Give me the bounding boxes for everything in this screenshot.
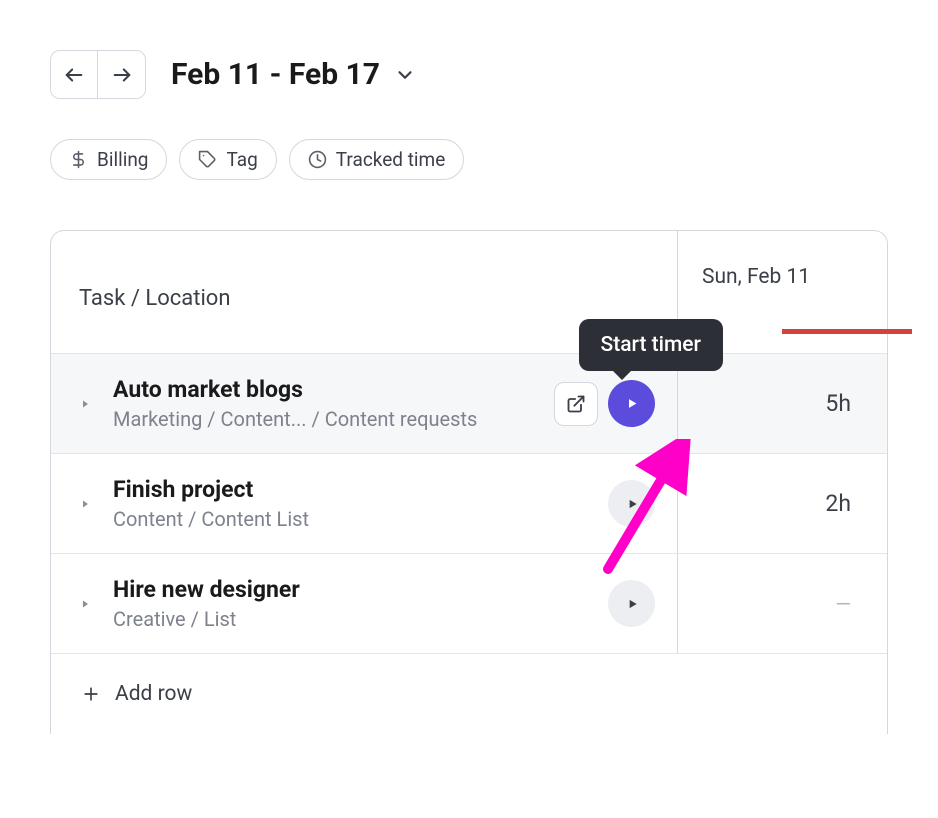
task-cell[interactable]: Finish project Content / Content List bbox=[51, 454, 678, 553]
table-row: Auto market blogs Marketing / Content...… bbox=[51, 353, 887, 453]
filter-tracked-time[interactable]: Tracked time bbox=[289, 139, 465, 180]
task-texts: Finish project Content / Content List bbox=[113, 476, 588, 531]
time-value: 2h bbox=[825, 490, 851, 517]
caret-right-icon bbox=[79, 498, 91, 510]
start-timer-button[interactable] bbox=[608, 480, 655, 527]
table-row: Hire new designer Creative / List — bbox=[51, 553, 887, 653]
date-range-text: Feb 11 - Feb 17 bbox=[171, 57, 380, 92]
start-timer-tooltip: Start timer bbox=[578, 319, 723, 371]
open-task-button[interactable] bbox=[554, 382, 598, 426]
start-timer-button[interactable] bbox=[608, 580, 655, 627]
external-link-icon bbox=[566, 394, 586, 414]
row-actions: Start timer bbox=[554, 380, 655, 427]
add-row-button[interactable]: Add row bbox=[51, 653, 887, 734]
date-nav: Feb 11 - Feb 17 bbox=[50, 50, 888, 99]
arrow-right-icon bbox=[111, 64, 133, 86]
filter-tag-label: Tag bbox=[226, 148, 257, 171]
add-row-label: Add row bbox=[115, 682, 192, 706]
caret-right-icon bbox=[79, 398, 91, 410]
caret-right-icon bbox=[79, 598, 91, 610]
time-cell[interactable]: 2h bbox=[678, 454, 887, 553]
tag-icon bbox=[198, 150, 217, 169]
task-title: Finish project bbox=[113, 476, 588, 503]
play-icon bbox=[624, 396, 639, 411]
task-path: Marketing / Content... / Content request… bbox=[113, 407, 534, 431]
filter-chips: Billing Tag Tracked time bbox=[50, 139, 888, 180]
filter-tracked-time-label: Tracked time bbox=[336, 148, 446, 171]
expand-toggle[interactable] bbox=[77, 396, 93, 412]
date-range-selector[interactable]: Feb 11 - Feb 17 bbox=[171, 57, 416, 92]
task-texts: Auto market blogs Marketing / Content...… bbox=[113, 376, 534, 431]
play-icon bbox=[625, 597, 639, 611]
task-path: Content / Content List bbox=[113, 507, 588, 531]
task-title: Auto market blogs bbox=[113, 376, 534, 403]
table-row: Finish project Content / Content List 2h bbox=[51, 453, 887, 553]
time-value: 5h bbox=[825, 390, 851, 417]
clock-icon bbox=[308, 150, 327, 169]
dollar-icon bbox=[69, 150, 88, 169]
arrow-left-icon bbox=[63, 64, 85, 86]
next-week-button[interactable] bbox=[98, 51, 145, 98]
task-cell[interactable]: Hire new designer Creative / List bbox=[51, 554, 678, 653]
table-header: Task / Location Sun, Feb 11 bbox=[51, 231, 887, 353]
time-cell[interactable]: — bbox=[678, 554, 887, 653]
task-title: Hire new designer bbox=[113, 576, 588, 603]
task-cell[interactable]: Auto market blogs Marketing / Content...… bbox=[51, 354, 678, 453]
row-actions bbox=[608, 580, 655, 627]
timesheet-table: Task / Location Sun, Feb 11 Auto market … bbox=[50, 230, 888, 734]
start-timer-button[interactable]: Start timer bbox=[608, 380, 655, 427]
plus-icon bbox=[81, 684, 101, 704]
date-arrow-group bbox=[50, 50, 146, 99]
row-actions bbox=[608, 480, 655, 527]
task-path: Creative / List bbox=[113, 607, 588, 631]
filter-billing[interactable]: Billing bbox=[50, 139, 167, 180]
expand-toggle[interactable] bbox=[77, 596, 93, 612]
expand-toggle[interactable] bbox=[77, 496, 93, 512]
task-texts: Hire new designer Creative / List bbox=[113, 576, 588, 631]
filter-tag[interactable]: Tag bbox=[179, 139, 276, 180]
prev-week-button[interactable] bbox=[51, 51, 98, 98]
time-value: — bbox=[835, 592, 851, 616]
chevron-down-icon bbox=[394, 64, 416, 86]
filter-billing-label: Billing bbox=[97, 148, 148, 171]
play-icon bbox=[625, 497, 639, 511]
